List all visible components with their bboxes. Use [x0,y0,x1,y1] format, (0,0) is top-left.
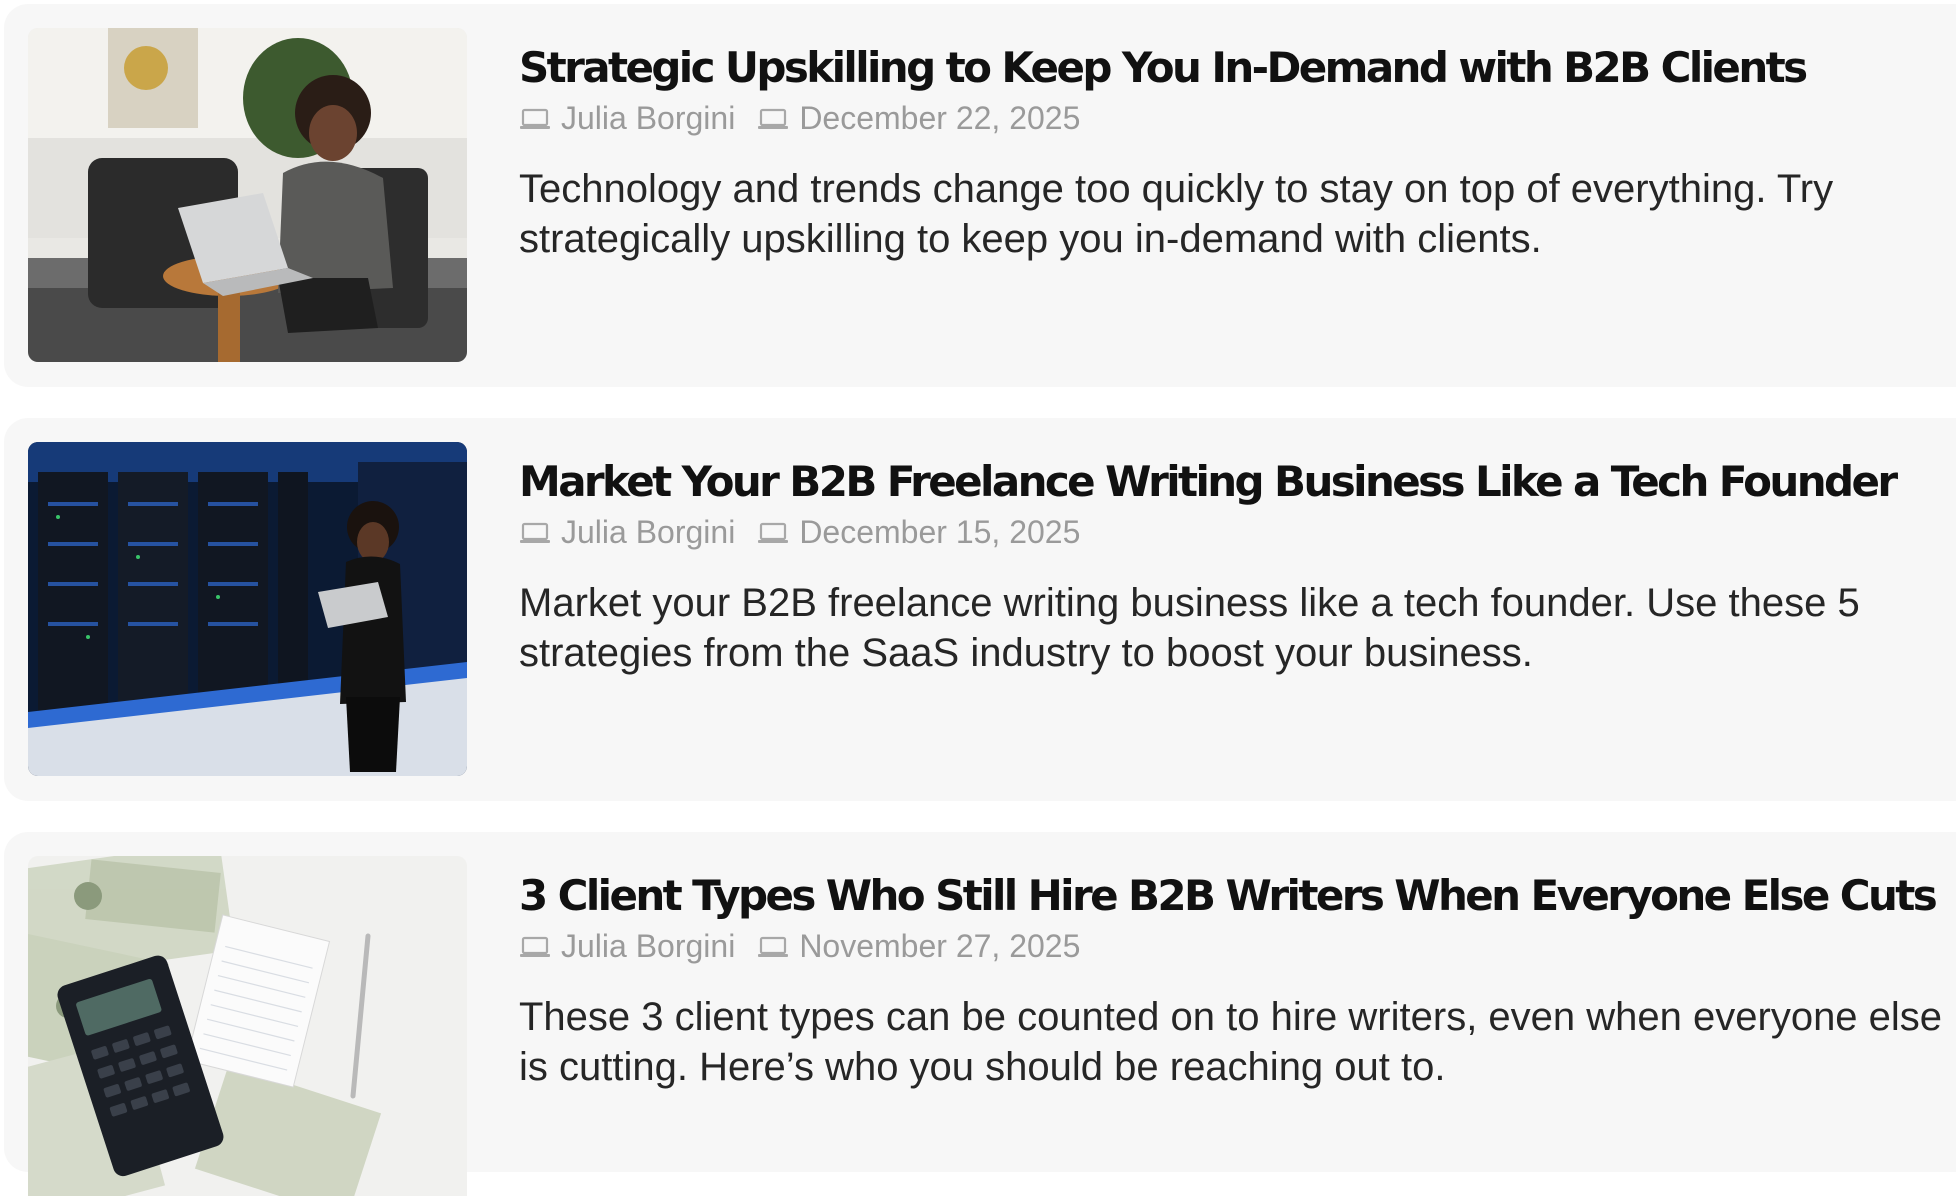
money-calculator-notepad-photo [28,856,467,1196]
post-author[interactable]: Julia Borgini [561,96,735,140]
post-thumbnail[interactable] [28,442,467,776]
post-date: December 22, 2025 [799,100,1081,136]
post-author[interactable]: Julia Borgini [561,924,735,968]
post-date: December 15, 2025 [799,514,1081,550]
laptop-icon [757,521,789,545]
laptop-icon [519,521,551,545]
post-list: Strategic Upskilling to Keep You In-Dema… [0,0,1956,1196]
post-card[interactable]: Market Your B2B Freelance Writing Busine… [4,418,1956,801]
laptop-icon [757,107,789,131]
post-excerpt: Technology and trends change too quickly… [519,167,1834,261]
post-excerpt: Market your B2B freelance writing busine… [519,581,1860,675]
post-card[interactable]: 3 Client Types Who Still Hire B2B Writer… [4,832,1956,1196]
post-excerpt: These 3 client types can be counted on t… [519,995,1943,1089]
post-thumbnail[interactable] [28,856,467,1196]
post-meta: Julia Borgini December 15, 2025 [519,510,1080,554]
post-author[interactable]: Julia Borgini [561,510,735,554]
post-date: November 27, 2025 [799,928,1081,964]
woman-laptop-chair-photo [28,28,467,362]
laptop-icon [519,107,551,131]
post-title[interactable]: 3 Client Types Who Still Hire B2B Writer… [519,869,1938,923]
post-card[interactable]: Strategic Upskilling to Keep You In-Dema… [4,4,1956,387]
laptop-icon [519,935,551,959]
post-meta: Julia Borgini November 27, 2025 [519,924,1080,968]
post-thumbnail[interactable] [28,28,467,362]
post-meta: Julia Borgini December 22, 2025 [519,96,1080,140]
post-title[interactable]: Strategic Upskilling to Keep You In-Dema… [519,41,1808,95]
woman-server-room-photo [28,442,467,776]
laptop-icon [757,935,789,959]
post-title[interactable]: Market Your B2B Freelance Writing Busine… [519,455,1898,509]
